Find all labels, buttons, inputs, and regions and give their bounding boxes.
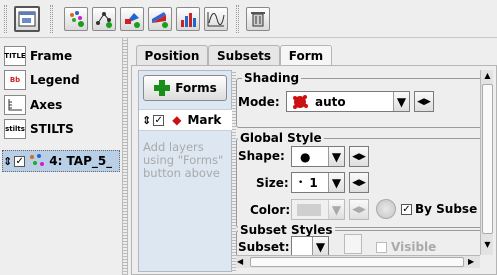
tree-item-label: Legend	[30, 73, 80, 87]
delete-icon[interactable]	[246, 7, 270, 31]
drag-handle-icon[interactable]: ⇕	[142, 114, 151, 127]
chevron-down-icon[interactable]: ▼	[328, 147, 344, 166]
vertical-scrollbar[interactable]: ▲ ▼	[480, 70, 493, 255]
checkbox-icon[interactable]	[376, 241, 387, 253]
tree-item-stilts[interactable]: stilts STILTS	[4, 118, 74, 140]
tree-item-label: STILTS	[30, 122, 74, 136]
chevron-down-icon[interactable]: ▼	[312, 237, 328, 255]
chevron-down-icon[interactable]: ▼	[393, 92, 409, 111]
scroll-left-icon[interactable]: ◀	[237, 257, 247, 268]
forms-button-label: Forms	[175, 81, 217, 95]
tab-form[interactable]: Form	[280, 45, 332, 66]
mode-stepper[interactable]: ◀▶	[414, 91, 434, 112]
subset-style-swatch[interactable]	[344, 234, 362, 254]
visible-checkbox[interactable]: Visible	[376, 240, 436, 254]
subset-styles-title: Subset Styles	[238, 223, 335, 237]
color-combo[interactable]: ▼	[291, 199, 345, 220]
forms-list-panel: Forms ⇕ ✓ ◆ Mark Add layers using "Forms…	[138, 70, 233, 272]
stepper-arrows-icon: ◀▶	[352, 204, 366, 215]
shape-stepper[interactable]: ◀▶	[349, 146, 369, 167]
by-subset-label: By Subse	[415, 202, 478, 216]
scatter-layer-icon	[30, 154, 45, 166]
chevron-down-icon[interactable]: ▼	[328, 200, 344, 219]
visible-label: Visible	[391, 240, 437, 254]
stilts-icon: stilts	[4, 119, 26, 139]
tree-item-label: Axes	[30, 98, 63, 112]
form-layer-checkbox[interactable]: ✓	[153, 114, 165, 126]
size-label: Size:	[256, 176, 289, 190]
color-swatch	[297, 203, 321, 216]
toolbar-separator	[236, 5, 239, 33]
split-divider[interactable]	[122, 38, 128, 275]
histogram-icon[interactable]	[176, 7, 200, 31]
toolbar-grip	[4, 5, 7, 33]
hint-line: button above	[143, 166, 220, 180]
drag-handle-icon[interactable]: ⇕	[3, 155, 12, 168]
mode-value: auto	[315, 94, 346, 109]
color-label: Color:	[250, 203, 291, 217]
checkbox-icon[interactable]: ✓	[401, 203, 412, 215]
filled-circle-icon: ●	[300, 149, 311, 164]
toolbar-separator	[50, 5, 53, 33]
add-link-icon[interactable]	[92, 7, 116, 31]
tree-item-layer[interactable]: ⇕ ✓ 4: TAP_5_	[2, 150, 120, 172]
shape-combo[interactable]: ● ▼	[291, 146, 345, 167]
tree-item-label: Frame	[30, 49, 73, 63]
shape-label: Shape:	[238, 149, 285, 163]
form-layer-label: Mark	[187, 113, 222, 127]
subset-label: Subset:	[238, 240, 290, 254]
color-stepper[interactable]: ◀▶	[349, 199, 369, 220]
tree-item-label: 4: TAP_5_	[49, 154, 113, 168]
global-style-title: Global Style	[238, 131, 324, 145]
auto-shading-icon	[293, 94, 308, 109]
tab-label: Position	[144, 48, 200, 63]
add-icon	[154, 80, 171, 96]
tree-item-legend[interactable]: Bb Legend	[4, 69, 80, 91]
shading-title: Shading	[242, 71, 302, 85]
legend-icon: Bb	[4, 70, 26, 90]
scroll-right-icon[interactable]: ▶	[468, 257, 478, 268]
scroll-down-icon[interactable]: ▼	[482, 240, 493, 250]
function-icon[interactable]	[204, 7, 228, 31]
form-scroll-area: Shading Mode: auto ▼ ◀▶ Global Style Sha…	[236, 70, 480, 255]
scroll-thumb[interactable]	[250, 257, 464, 267]
add-area-icon[interactable]	[148, 7, 172, 31]
stepper-arrows-icon: ◀▶	[352, 177, 366, 188]
size-dot-icon: •	[298, 177, 304, 188]
tab-position[interactable]: Position	[136, 45, 208, 65]
size-combo[interactable]: • 1 ▼	[291, 172, 345, 193]
forms-hint: Add layers using "Forms" button above	[143, 141, 233, 180]
tab-subsets[interactable]: Subsets	[208, 45, 280, 65]
forms-button[interactable]: Forms	[143, 75, 227, 101]
window-icon[interactable]	[14, 6, 40, 32]
axes-icon	[4, 95, 26, 115]
tab-label: Subsets	[217, 48, 271, 63]
color-chooser-button[interactable]	[376, 199, 396, 219]
layer-checkbox[interactable]: ✓	[14, 155, 26, 167]
size-value: 1	[309, 175, 318, 190]
tab-label: Form	[288, 49, 324, 63]
tree-item-axes[interactable]: Axes	[4, 94, 62, 116]
add-scatter-icon[interactable]	[64, 7, 88, 31]
chevron-down-icon[interactable]: ▼	[328, 173, 344, 192]
stepper-arrows-icon: ◀▶	[352, 151, 366, 162]
add-vector-icon[interactable]	[120, 7, 144, 31]
form-layer-row[interactable]: ⇕ ✓ ◆ Mark	[139, 109, 233, 131]
stepper-arrows-icon: ◀▶	[417, 96, 431, 107]
tree-item-frame[interactable]: TITLE Frame	[4, 45, 72, 67]
mode-combo[interactable]: auto ▼	[286, 91, 410, 112]
size-stepper[interactable]: ◀▶	[349, 172, 369, 193]
toolbar	[0, 0, 497, 38]
by-subset-checkbox[interactable]: ✓ By Subse	[401, 202, 477, 216]
scroll-thumb[interactable]	[482, 84, 493, 234]
layer-tree-panel: TITLE Frame Bb Legend Axes stilts STILTS…	[0, 38, 122, 275]
scroll-up-icon[interactable]: ▲	[482, 71, 493, 81]
mode-label: Mode:	[238, 95, 280, 109]
subset-combo[interactable]: ▼	[291, 236, 329, 255]
mark-bullet-icon: ◆	[172, 113, 182, 127]
frame-icon: TITLE	[4, 46, 26, 66]
horizontal-scrollbar[interactable]: ◀ ▶	[236, 255, 480, 268]
